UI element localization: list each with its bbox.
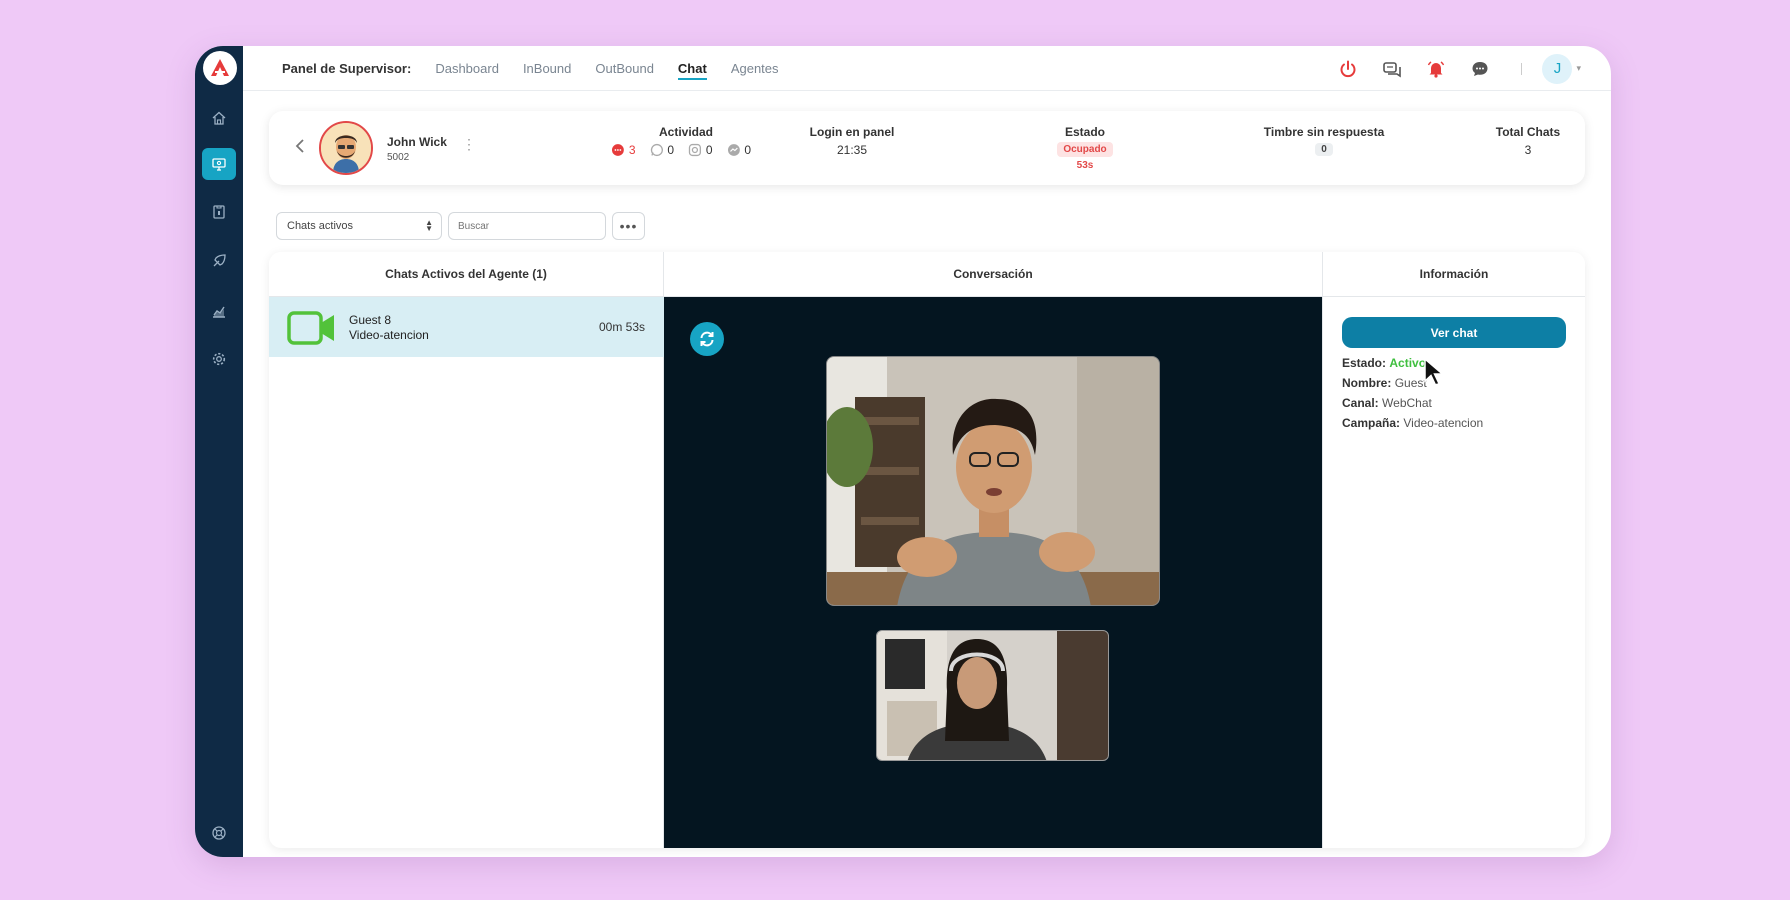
- info-campana-label: Campaña:: [1342, 416, 1401, 430]
- agent-extension: 5002: [387, 152, 410, 163]
- estado-label: Estado: [1064, 125, 1105, 139]
- more-options-button[interactable]: •••: [612, 212, 645, 240]
- information-panel: Información Ver chat Estado: Activo Nomb…: [1322, 252, 1585, 848]
- chevron-down-icon[interactable]: ▾: [1576, 63, 1581, 74]
- info-nombre-value: Guest: [1394, 376, 1427, 390]
- power-icon[interactable]: [1337, 58, 1359, 80]
- login-label: Login en panel: [809, 125, 895, 139]
- refresh-icon: [700, 331, 714, 347]
- agent-name: John Wick: [387, 135, 447, 149]
- login-stat: Login en panel 21:35: [787, 125, 917, 157]
- more-vertical-icon[interactable]: ⋮: [462, 137, 476, 151]
- info-campana: Campaña: Video-atencion: [1342, 416, 1566, 430]
- info-canal-value: WebChat: [1382, 396, 1432, 410]
- home-icon[interactable]: [202, 102, 236, 134]
- chat-bubbles-icon[interactable]: [1381, 58, 1403, 80]
- whatsapp-count: 0: [667, 143, 674, 157]
- tab-dashboard[interactable]: Dashboard: [435, 46, 499, 91]
- timbre-label: Timbre sin respuesta: [1263, 125, 1385, 139]
- info-estado-value: Activo: [1389, 356, 1427, 370]
- activity-stat: Actividad 3 0 0 0: [611, 125, 761, 157]
- bell-icon[interactable]: [1425, 58, 1447, 80]
- chat-campaign: Video-atencion: [349, 328, 429, 342]
- tab-outbound[interactable]: OutBound: [595, 46, 654, 91]
- chat-count: 3: [628, 143, 636, 157]
- search-input[interactable]: [448, 212, 606, 240]
- information-header: Información: [1323, 252, 1585, 297]
- local-video: [876, 630, 1109, 761]
- divider: [1521, 62, 1523, 75]
- timbre-value: 0: [1315, 143, 1333, 156]
- info-estado-label: Estado:: [1342, 356, 1387, 370]
- chat-panels: Chats Activos del Agente (1) Guest 8 Vid…: [269, 252, 1585, 848]
- chat-guest-name: Guest 8: [349, 313, 392, 327]
- info-canal-label: Canal:: [1342, 396, 1379, 410]
- refresh-button[interactable]: [690, 322, 724, 356]
- info-campana-value: Video-atencion: [1403, 416, 1484, 430]
- estado-stat: Estado Ocupado 53s: [1052, 125, 1118, 171]
- contacts-icon[interactable]: [202, 196, 236, 228]
- tab-inbound[interactable]: InBound: [523, 46, 571, 91]
- sidebar: [195, 46, 243, 857]
- tab-agentes[interactable]: Agentes: [731, 46, 779, 91]
- reports-icon[interactable]: [202, 295, 236, 327]
- conversation-panel: Conversación: [664, 252, 1322, 848]
- filter-select-value: Chats activos: [287, 220, 354, 232]
- monitor-icon[interactable]: [202, 148, 236, 180]
- message-icon[interactable]: [1469, 58, 1491, 80]
- info-estado: Estado: Activo: [1342, 356, 1566, 370]
- help-icon[interactable]: [202, 817, 236, 849]
- tab-chat[interactable]: Chat: [677, 46, 707, 91]
- chat-count-icon: [611, 144, 624, 156]
- activity-counts: 3 0 0 0: [611, 143, 761, 157]
- info-nombre: Nombre: Guest: [1342, 376, 1566, 390]
- panel-title: Panel de Supervisor:: [282, 60, 412, 76]
- chat-list-item[interactable]: Guest 8 Video-atencion 00m 53s: [269, 297, 664, 357]
- total-label: Total Chats: [1495, 125, 1561, 139]
- activity-label: Actividad: [658, 125, 713, 139]
- app-logo[interactable]: [203, 51, 237, 85]
- messenger-count: 0: [744, 143, 751, 157]
- total-value: 3: [1524, 143, 1532, 157]
- ver-chat-button[interactable]: Ver chat: [1342, 317, 1566, 348]
- instagram-count: 0: [705, 143, 713, 157]
- chevron-left-icon[interactable]: [295, 139, 305, 158]
- whatsapp-icon: [650, 143, 663, 157]
- login-value: 21:35: [836, 143, 868, 157]
- top-icons: J ▾: [1315, 46, 1581, 91]
- status-time: 53s: [1076, 160, 1094, 171]
- chat-duration: 00m 53s: [598, 320, 645, 334]
- select-arrows-icon: ▲ ▼: [425, 217, 433, 233]
- video-camera-icon: [287, 311, 334, 345]
- remote-video: [826, 356, 1160, 606]
- status-badge: Ocupado: [1057, 142, 1113, 157]
- info-canal: Canal: WebChat: [1342, 396, 1566, 410]
- agent-summary-card: John Wick 5002 ⋮ Actividad 3 0 0 0 Login…: [269, 111, 1585, 185]
- active-chats-header: Chats Activos del Agente (1): [269, 252, 663, 297]
- agent-avatar: [319, 121, 373, 175]
- top-navigation: Panel de Supervisor: Dashboard InBound O…: [243, 46, 1611, 91]
- user-avatar[interactable]: J: [1542, 53, 1573, 84]
- info-nombre-label: Nombre:: [1342, 376, 1392, 390]
- settings-icon[interactable]: [202, 343, 236, 375]
- total-stat: Total Chats 3: [1483, 125, 1573, 157]
- mouse-cursor-icon: [1424, 357, 1445, 386]
- app-window: Panel de Supervisor: Dashboard InBound O…: [195, 46, 1611, 857]
- instagram-icon: [688, 143, 701, 157]
- active-chats-panel: Chats Activos del Agente (1) Guest 8 Vid…: [269, 252, 664, 848]
- chat-filter-select[interactable]: Chats activos ▲ ▼: [276, 212, 442, 240]
- messenger-icon: [727, 144, 740, 156]
- conversation-header: Conversación: [664, 252, 1322, 297]
- campaign-icon[interactable]: [202, 245, 236, 277]
- video-call-area: [664, 297, 1322, 848]
- timbre-stat: Timbre sin respuesta 0: [1239, 125, 1409, 156]
- information-body: Ver chat Estado: Activo Nombre: Guest Ca…: [1323, 297, 1585, 450]
